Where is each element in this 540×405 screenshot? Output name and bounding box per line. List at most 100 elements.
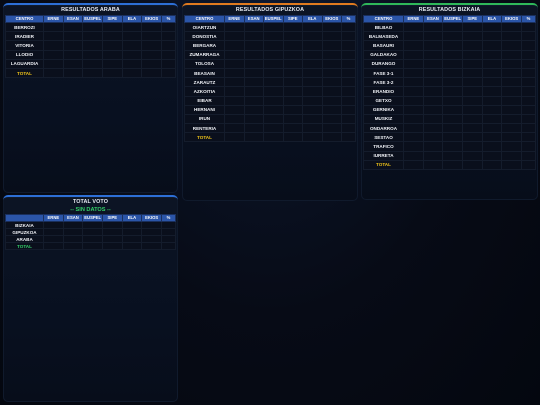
value-cell xyxy=(403,31,424,42)
value-cell xyxy=(461,77,483,88)
value-cell xyxy=(62,235,84,243)
center-name: GETXO xyxy=(363,95,404,106)
value-cell xyxy=(501,150,522,161)
value-cell xyxy=(341,77,356,88)
value-cell xyxy=(141,67,162,79)
value-cell xyxy=(302,104,323,115)
value-cell xyxy=(224,132,245,143)
value-cell xyxy=(62,221,84,229)
value-cell xyxy=(141,242,162,250)
value-cell xyxy=(141,221,162,229)
value-cell xyxy=(321,21,342,33)
table-row: LAGUARDIA xyxy=(5,58,176,69)
bizkaia-results-table: CENTRO ERNE ESAN EUSPEL SIPE ELA EKIOS% BILBAO… xyxy=(363,15,536,171)
value-cell xyxy=(422,132,444,143)
value-cell xyxy=(62,67,84,79)
value-cell xyxy=(243,113,264,125)
value-cell xyxy=(501,132,522,143)
value-cell xyxy=(521,159,536,171)
value-cell xyxy=(243,123,264,134)
column-header: ERNE xyxy=(43,214,64,222)
value-cell xyxy=(501,123,522,134)
value-cell xyxy=(481,21,503,33)
value-cell xyxy=(82,242,103,250)
value-cell xyxy=(282,86,303,97)
gipuzkoa-rows: OIARTZUN DONOSTIA BERGARA ZUMARRAGA TOLOSA BE… xyxy=(184,21,356,143)
value-cell xyxy=(43,21,64,33)
center-name: TOTAL xyxy=(363,159,404,171)
value-cell xyxy=(521,21,536,33)
value-cell xyxy=(224,67,245,79)
column-header: CENTRO xyxy=(184,15,225,23)
value-cell xyxy=(403,132,424,143)
value-cell xyxy=(442,77,463,88)
column-header: % xyxy=(161,15,176,23)
value-cell xyxy=(422,113,444,125)
value-cell xyxy=(243,67,264,79)
value-cell xyxy=(282,104,303,115)
column-header: ESAN xyxy=(62,15,84,23)
value-cell xyxy=(341,31,356,42)
value-cell xyxy=(442,95,463,106)
value-cell xyxy=(521,150,536,161)
value-cell xyxy=(243,49,264,60)
center-name: AZKOITIA xyxy=(184,86,225,97)
value-cell xyxy=(442,21,463,33)
value-cell xyxy=(302,86,323,97)
total-voto-panel: TOTAL VOTO -- SIN DATOS -- ERNE ESAN EUSPE… xyxy=(3,195,178,402)
center-name: RENTERIA xyxy=(184,123,225,134)
panel-title: RESULTADOS BIZKAIA xyxy=(418,7,481,13)
value-cell xyxy=(461,49,483,60)
value-cell xyxy=(321,67,342,79)
value-cell xyxy=(481,86,503,97)
table-row: RENTERIA xyxy=(184,123,356,134)
column-header: SIPE xyxy=(282,15,303,23)
value-cell xyxy=(442,141,463,152)
value-cell xyxy=(422,159,444,171)
table-row: FASE 3-1 xyxy=(363,67,536,79)
panel-title: RESULTADOS ARABA xyxy=(61,7,120,13)
center-name: GIPUZKOA xyxy=(5,228,44,236)
value-cell xyxy=(263,67,284,79)
value-cell xyxy=(302,31,323,42)
table-row: BIZKAIA xyxy=(5,221,176,229)
value-cell xyxy=(62,58,84,69)
value-cell xyxy=(82,49,103,60)
center-name: LLODIO xyxy=(5,49,44,60)
value-cell xyxy=(141,31,162,42)
center-name: OIARTZUN xyxy=(184,21,225,33)
value-cell xyxy=(481,113,503,125)
value-cell xyxy=(403,113,424,125)
center-name: ZARAUTZ xyxy=(184,77,225,88)
value-cell xyxy=(302,77,323,88)
table-row: SESTAO xyxy=(363,132,536,143)
value-cell xyxy=(62,242,84,250)
value-cell xyxy=(442,31,463,42)
center-name: EIBAR xyxy=(184,95,225,106)
total-row: TOTAL xyxy=(184,132,356,143)
value-cell xyxy=(302,21,323,33)
value-cell xyxy=(521,77,536,88)
center-name: ARABA xyxy=(5,235,44,243)
value-cell xyxy=(422,40,444,51)
value-cell xyxy=(481,150,503,161)
value-cell xyxy=(321,113,342,125)
value-cell xyxy=(422,31,444,42)
value-cell xyxy=(403,123,424,134)
column-header: ERNE xyxy=(403,15,424,23)
value-cell xyxy=(442,40,463,51)
value-cell xyxy=(243,77,264,88)
table-row: MUSKIZ xyxy=(363,113,536,125)
value-cell xyxy=(442,67,463,79)
araba-panel: RESULTADOS ARABA CENTRO ERNE ESAN EUSPEL SIP… xyxy=(3,3,178,193)
value-cell xyxy=(282,58,303,69)
value-cell xyxy=(161,67,176,79)
column-header: SIPE xyxy=(461,15,483,23)
center-name: GALDAKAO xyxy=(363,49,404,60)
column-header: ELA xyxy=(481,15,503,23)
value-cell xyxy=(461,159,483,171)
value-cell xyxy=(403,49,424,60)
value-cell xyxy=(521,123,536,134)
value-cell xyxy=(121,242,143,250)
value-cell xyxy=(341,123,356,134)
